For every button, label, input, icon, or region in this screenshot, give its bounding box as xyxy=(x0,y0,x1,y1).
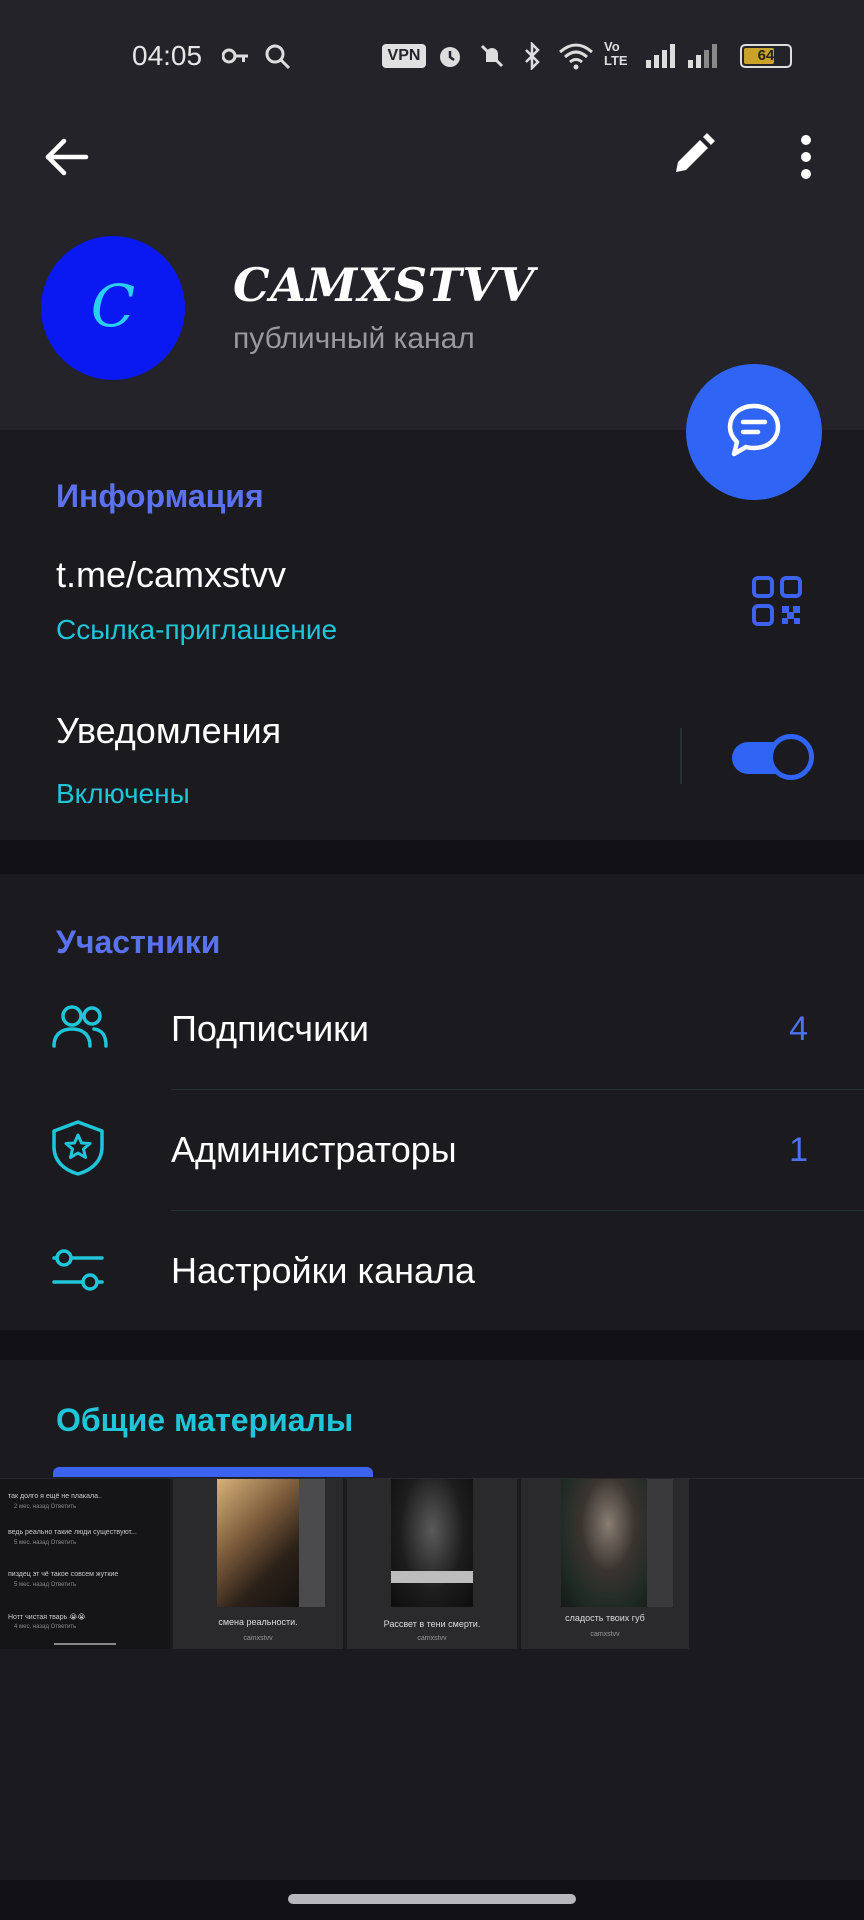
thumb-scroll-bar xyxy=(54,1643,116,1645)
shield-star-icon xyxy=(50,1119,106,1182)
wifi-icon xyxy=(558,42,594,75)
channel-link[interactable]: t.me/camxstvv xyxy=(56,554,286,596)
chat-bubble-icon xyxy=(724,400,784,465)
alarm-icon xyxy=(436,42,464,75)
signal-icon xyxy=(646,44,720,73)
more-vert-icon[interactable] xyxy=(796,132,816,187)
shared-media-title[interactable]: Общие материалы xyxy=(56,1402,353,1439)
info-section-title: Информация xyxy=(56,478,264,514)
subscribers-row[interactable]: Подписчики 4 xyxy=(0,968,864,1090)
thumb-banner xyxy=(391,1571,473,1583)
thumb-author: camxstvv xyxy=(417,1635,447,1642)
battery-icon: 64 xyxy=(740,44,792,68)
sliders-icon xyxy=(50,1246,106,1299)
toggle-separator xyxy=(680,728,682,784)
vpn-icon: VPN xyxy=(382,44,426,68)
bluetooth-icon xyxy=(520,40,546,75)
comment-text: Нотт чистая тварь 😭😭 xyxy=(8,1614,86,1621)
notifications-toggle[interactable] xyxy=(732,734,814,780)
thumb-image xyxy=(217,1479,299,1607)
thumb-caption: смена реальности. xyxy=(218,1617,298,1627)
comment-meta: 2 мес. назад Ответить xyxy=(14,1504,77,1510)
people-icon xyxy=(50,1002,110,1057)
status-time: 04:05 xyxy=(132,40,203,71)
administrators-row[interactable]: Администраторы 1 xyxy=(0,1089,864,1211)
thumb-image xyxy=(561,1479,647,1607)
shared-tab-indicator xyxy=(53,1467,373,1477)
thumb-side-blur xyxy=(647,1479,673,1607)
subscribers-label: Подписчики xyxy=(171,1008,370,1049)
administrators-count: 1 xyxy=(789,1131,808,1169)
comment-meta: 5 мес. назад Ответить xyxy=(14,1540,77,1546)
edit-pencil-icon[interactable] xyxy=(668,130,718,185)
key-icon xyxy=(221,46,250,71)
channel-type: публичный канал xyxy=(233,322,475,355)
back-arrow-icon[interactable] xyxy=(40,130,94,189)
channel-settings-row[interactable]: Настройки канала xyxy=(0,1210,864,1331)
section-gap xyxy=(0,1330,864,1360)
media-strip: так долго я ещё не плакала.. 2 мес. наза… xyxy=(0,1478,864,1649)
notifications-status: Включены xyxy=(56,778,190,809)
thumb-image xyxy=(391,1479,473,1607)
thumb-author: camxstvv xyxy=(243,1635,273,1642)
thumb-side-blur xyxy=(299,1479,325,1607)
qr-code-icon[interactable] xyxy=(752,576,802,631)
mute-icon xyxy=(478,42,506,75)
media-thumbnail[interactable]: сладость твоих губ camxstvv xyxy=(521,1479,689,1649)
notifications-label[interactable]: Уведомления xyxy=(56,710,281,752)
subscribers-count: 4 xyxy=(789,1010,808,1048)
comment-meta: 4 мес. назад Ответить xyxy=(14,1624,77,1630)
status-bar: 04:05 VPN Vo LTE 64 xyxy=(0,0,864,110)
thumb-author: camxstvv xyxy=(590,1631,620,1638)
members-section-title: Участники xyxy=(56,924,221,960)
search-icon xyxy=(264,43,292,76)
channel-settings-label: Настройки канала xyxy=(171,1250,476,1291)
battery-level: 64 xyxy=(757,47,775,64)
comment-text: так долго я ещё не плакала.. xyxy=(8,1493,102,1500)
media-thumbnail[interactable]: смена реальности. camxstvv xyxy=(173,1479,343,1649)
section-gap xyxy=(0,840,864,874)
avatar-letter: C xyxy=(90,272,136,340)
toggle-knob xyxy=(768,734,814,780)
thumb-caption: сладость твоих губ xyxy=(565,1613,645,1623)
volte-icon: Vo LTE xyxy=(604,39,628,68)
channel-avatar[interactable]: C xyxy=(41,236,185,380)
comment-meta: 5 мес. назад Ответить xyxy=(14,1582,77,1588)
administrators-label: Администраторы xyxy=(171,1129,457,1170)
link-caption: Ссылка-приглашение xyxy=(56,614,338,645)
media-thumbnail[interactable]: Рассвет в тени смерти. camxstvv xyxy=(347,1479,517,1649)
thumb-caption: Рассвет в тени смерти. xyxy=(383,1619,481,1629)
media-thumbnail[interactable]: так долго я ещё не плакала.. 2 мес. наза… xyxy=(0,1479,170,1649)
home-gesture-bar[interactable] xyxy=(288,1894,576,1904)
open-chat-button[interactable] xyxy=(686,364,822,500)
channel-name: CAMXSTVV xyxy=(233,258,535,312)
comment-text: пиздец эт чё такое совсем жуткие xyxy=(8,1571,119,1578)
comment-text: ведь реально такие люди существуют... xyxy=(8,1529,137,1536)
